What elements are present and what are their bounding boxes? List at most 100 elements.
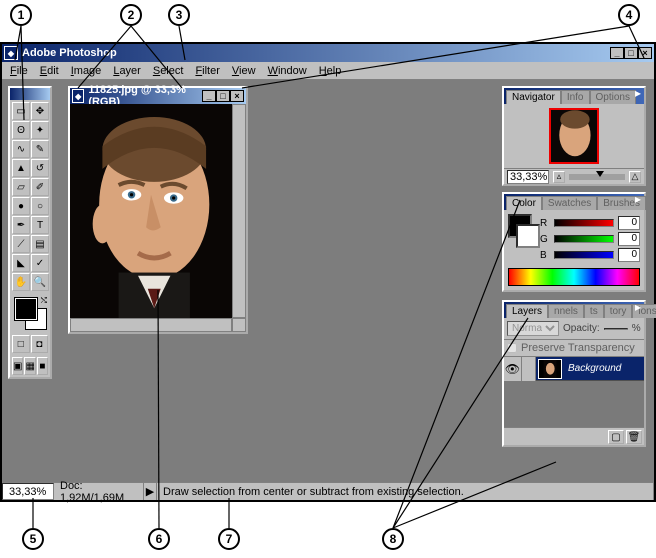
zoom-in-icon[interactable]: △: [629, 171, 641, 183]
palette-menu-icon[interactable]: ▸: [633, 195, 643, 205]
delete-layer-icon[interactable]: 🗑: [626, 430, 642, 444]
b-slider[interactable]: [554, 251, 614, 259]
tool-dodge[interactable]: ○: [31, 197, 49, 215]
menu-view[interactable]: View: [226, 64, 262, 78]
document-icon: ◆: [72, 89, 84, 103]
tool-zoom[interactable]: 🔍: [31, 273, 49, 291]
screenmode-standard[interactable]: ▣: [12, 357, 23, 375]
status-doc-size[interactable]: Doc: 1,92M/1,69M: [54, 483, 144, 500]
toolbox-titlebar[interactable]: [10, 88, 50, 100]
blend-mode-select[interactable]: Normal: [507, 321, 559, 336]
opacity-label: Opacity:: [563, 323, 600, 334]
menu-select[interactable]: Select: [147, 64, 190, 78]
tool-pen[interactable]: ✒: [12, 216, 30, 234]
palette-menu-icon[interactable]: ▸: [633, 89, 643, 99]
g-slider[interactable]: [554, 235, 614, 243]
tab-paths[interactable]: ts: [584, 304, 604, 318]
mode-standard[interactable]: □: [12, 335, 30, 353]
tab-channels[interactable]: nnels: [548, 304, 584, 318]
document-window[interactable]: ◆ 11825.jpg @ 33,3% (RGB) _ □ ×: [68, 86, 248, 334]
navigator-palette[interactable]: Navigator Info Options ▸ 33,33% ▵ △: [502, 86, 646, 186]
tool-wand[interactable]: ✦: [31, 121, 49, 139]
tab-layers[interactable]: Layers: [506, 304, 548, 318]
menu-help[interactable]: Help: [313, 64, 348, 78]
tool-airbrush[interactable]: ∿: [12, 140, 30, 158]
maximize-button[interactable]: □: [624, 47, 638, 59]
color-swatches[interactable]: ⤭: [13, 296, 47, 330]
tool-eraser[interactable]: ▱: [12, 178, 30, 196]
navigator-thumbnail[interactable]: [549, 108, 599, 164]
screenmode-full[interactable]: ■: [37, 357, 48, 375]
menu-filter[interactable]: Filter: [189, 64, 225, 78]
color-palette[interactable]: Color Swatches Brushes ▸ R 0: [502, 192, 646, 292]
layer-row[interactable]: 👁 Background: [504, 357, 644, 381]
b-value[interactable]: 0: [618, 248, 640, 262]
tab-options[interactable]: Options: [590, 90, 636, 104]
doc-scrollbar-vertical[interactable]: [232, 104, 246, 318]
g-value[interactable]: 0: [618, 232, 640, 246]
r-slider[interactable]: [554, 219, 614, 227]
document-image: [70, 104, 232, 318]
opacity-value[interactable]: [604, 328, 628, 330]
tool-eyedropper[interactable]: ✓: [31, 254, 49, 272]
zoom-out-icon[interactable]: ▵: [553, 171, 565, 183]
layer-name[interactable]: Background: [564, 363, 644, 374]
tool-stamp[interactable]: ▲: [12, 159, 30, 177]
r-value[interactable]: 0: [618, 216, 640, 230]
tool-type[interactable]: T: [31, 216, 49, 234]
doc-close-button[interactable]: ×: [230, 90, 244, 102]
tool-move[interactable]: ✥: [31, 102, 49, 120]
tool-pencil[interactable]: ✐: [31, 178, 49, 196]
screenmode-fullmenu[interactable]: ▦: [24, 357, 35, 375]
minimize-button[interactable]: _: [610, 47, 624, 59]
visibility-eye-icon[interactable]: 👁: [504, 357, 522, 381]
tool-measure[interactable]: ⟋: [12, 235, 30, 253]
menu-image[interactable]: Image: [65, 64, 108, 78]
doc-maximize-button[interactable]: □: [216, 90, 230, 102]
preserve-transparency-checkbox[interactable]: [507, 343, 517, 353]
menu-edit[interactable]: Edit: [34, 64, 65, 78]
r-label: R: [540, 218, 550, 229]
tool-history-brush[interactable]: ↺: [31, 159, 49, 177]
tab-info[interactable]: Info: [561, 90, 590, 104]
tool-brush[interactable]: ✎: [31, 140, 49, 158]
color-spectrum[interactable]: [508, 268, 640, 286]
tab-swatches[interactable]: Swatches: [542, 196, 597, 210]
palette-menu-icon[interactable]: ▸: [633, 303, 643, 313]
tool-blur[interactable]: ●: [12, 197, 30, 215]
toolbox-palette[interactable]: ▭ ✥ ʘ ✦ ∿ ✎ ▲ ↺ ▱ ✐ ● ○ ✒ T ⟋ ▤ ◣ ✓ ✋ 🔍: [8, 86, 52, 379]
new-layer-icon[interactable]: ▢: [608, 430, 624, 444]
app-titlebar[interactable]: ◆ Adobe Photoshop _ □ ×: [2, 44, 654, 62]
layer-thumbnail[interactable]: [538, 359, 562, 379]
tool-marquee[interactable]: ▭: [12, 102, 30, 120]
layers-palette[interactable]: Layers nnels ts tory ions ▸ Normal Opaci…: [502, 300, 646, 447]
layer-link-cell[interactable]: [522, 357, 536, 381]
swap-colors-icon[interactable]: ⤭: [41, 296, 47, 306]
mode-quickmask[interactable]: ◘: [31, 335, 49, 353]
navigator-zoom-field[interactable]: 33,33%: [507, 170, 549, 184]
status-popup-icon[interactable]: ▶: [144, 483, 157, 500]
menu-file[interactable]: File: [4, 64, 34, 78]
callout-1: 1: [10, 4, 32, 26]
tab-navigator[interactable]: Navigator: [506, 90, 561, 104]
document-titlebar[interactable]: ◆ 11825.jpg @ 33,3% (RGB) _ □ ×: [70, 88, 246, 104]
g-label: G: [540, 234, 550, 245]
tab-color[interactable]: Color: [506, 196, 542, 210]
tool-lasso[interactable]: ʘ: [12, 121, 30, 139]
close-button[interactable]: ×: [638, 47, 652, 59]
document-canvas[interactable]: [70, 104, 232, 318]
menu-layer[interactable]: Layer: [107, 64, 147, 78]
tool-hand[interactable]: ✋: [12, 273, 30, 291]
doc-scrollbar-horizontal[interactable]: [70, 318, 232, 332]
color-background-swatch[interactable]: [516, 224, 540, 248]
menu-window[interactable]: Window: [262, 64, 313, 78]
navigator-zoom-slider[interactable]: [569, 174, 625, 180]
foreground-color[interactable]: [15, 298, 37, 320]
tab-history[interactable]: tory: [604, 304, 633, 318]
menu-bar: File Edit Image Layer Select Filter View…: [2, 62, 654, 80]
tool-bucket[interactable]: ◣: [12, 254, 30, 272]
callout-2: 2: [120, 4, 142, 26]
doc-minimize-button[interactable]: _: [202, 90, 216, 102]
status-zoom-field[interactable]: 33,33%: [2, 483, 54, 500]
tool-gradient[interactable]: ▤: [31, 235, 49, 253]
